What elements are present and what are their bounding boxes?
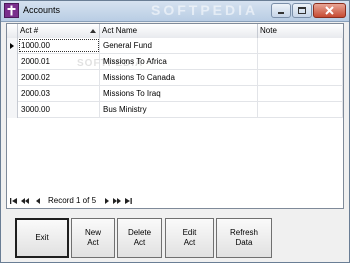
current-row-arrow-icon — [10, 43, 14, 49]
cell-act-number[interactable]: 3000.00 — [18, 102, 100, 117]
new-act-button[interactable]: New Act — [71, 218, 115, 258]
row-selector[interactable] — [7, 86, 18, 102]
column-header-act-name[interactable]: Act Name — [100, 24, 258, 38]
table-row[interactable]: 2000.03 Missions To Iraq — [7, 86, 343, 102]
new-act-button-label: New Act — [84, 228, 101, 247]
close-icon — [325, 6, 334, 15]
row-selector[interactable] — [7, 54, 18, 70]
maximize-button[interactable] — [292, 3, 312, 18]
cell-note[interactable] — [258, 54, 343, 69]
refresh-data-button-label: Refresh Data — [229, 228, 258, 247]
edit-act-button[interactable]: Edit Act — [165, 218, 214, 258]
delete-act-button[interactable]: Delete Act — [117, 218, 162, 258]
record-navigator: Record 1 of 5 — [6, 194, 344, 208]
accounts-grid[interactable]: Act # Act Name Note 1000.00 General Fund… — [6, 23, 344, 209]
delete-act-button-label: Delete Act — [127, 228, 152, 247]
column-header-label: Act # — [20, 26, 39, 35]
cell-act-number[interactable]: 1000.00 — [18, 38, 100, 53]
minimize-icon — [278, 12, 284, 14]
watermark: SOFTPEDIA — [151, 2, 259, 18]
cell-note[interactable] — [258, 38, 343, 53]
cell-act-name[interactable]: Bus Ministry — [100, 102, 258, 117]
cell-note[interactable] — [258, 102, 343, 117]
cell-note[interactable] — [258, 70, 343, 85]
next-record-icon[interactable] — [102, 195, 112, 207]
sort-ascending-icon — [90, 29, 96, 33]
title-bar[interactable]: Accounts SOFTPEDIA — [1, 1, 349, 22]
row-header-corner — [7, 24, 18, 38]
record-position: Record 1 of 5 — [48, 196, 97, 205]
accounts-window: Accounts SOFTPEDIA Act # Act Name Note 1… — [0, 0, 350, 263]
close-button[interactable] — [313, 3, 346, 18]
column-header-act-number[interactable]: Act # — [18, 24, 100, 38]
maximize-icon — [298, 7, 306, 14]
grid-watermark: SOFTPEDIA — [77, 58, 144, 69]
edit-act-button-label: Edit Act — [182, 228, 197, 247]
row-selector[interactable] — [7, 102, 18, 118]
next-page-icon[interactable] — [112, 195, 122, 207]
row-selector[interactable] — [7, 70, 18, 86]
cell-act-name[interactable]: Missions To Canada — [100, 70, 258, 85]
table-row[interactable]: 1000.00 General Fund — [7, 38, 343, 54]
previous-record-icon[interactable] — [33, 195, 43, 207]
cell-act-number[interactable]: 2000.03 — [18, 86, 100, 101]
cell-act-name[interactable]: Missions To Iraq — [100, 86, 258, 101]
minimize-button[interactable] — [271, 3, 291, 18]
cross-icon[interactable] — [4, 3, 19, 18]
last-record-icon[interactable] — [123, 195, 133, 207]
window-title: Accounts — [23, 5, 61, 15]
table-row[interactable]: 2000.02 Missions To Canada — [7, 70, 343, 86]
exit-button-label: Exit — [35, 233, 49, 242]
table-row[interactable]: 2000.01 Missions To Africa — [7, 54, 343, 70]
cell-act-name[interactable]: General Fund — [100, 38, 258, 53]
refresh-data-button[interactable]: Refresh Data — [216, 218, 272, 258]
first-record-icon[interactable] — [9, 195, 19, 207]
row-selector[interactable] — [7, 38, 18, 54]
column-header-note[interactable]: Note — [258, 24, 343, 38]
exit-button[interactable]: Exit — [15, 218, 69, 258]
table-row[interactable]: 3000.00 Bus Ministry — [7, 102, 343, 118]
cell-act-number[interactable]: 2000.02 — [18, 70, 100, 85]
cell-note[interactable] — [258, 86, 343, 101]
column-header-label: Act Name — [102, 26, 138, 35]
grid-header: Act # Act Name Note — [7, 24, 343, 39]
previous-page-icon[interactable] — [20, 195, 30, 207]
column-header-label: Note — [260, 26, 277, 35]
